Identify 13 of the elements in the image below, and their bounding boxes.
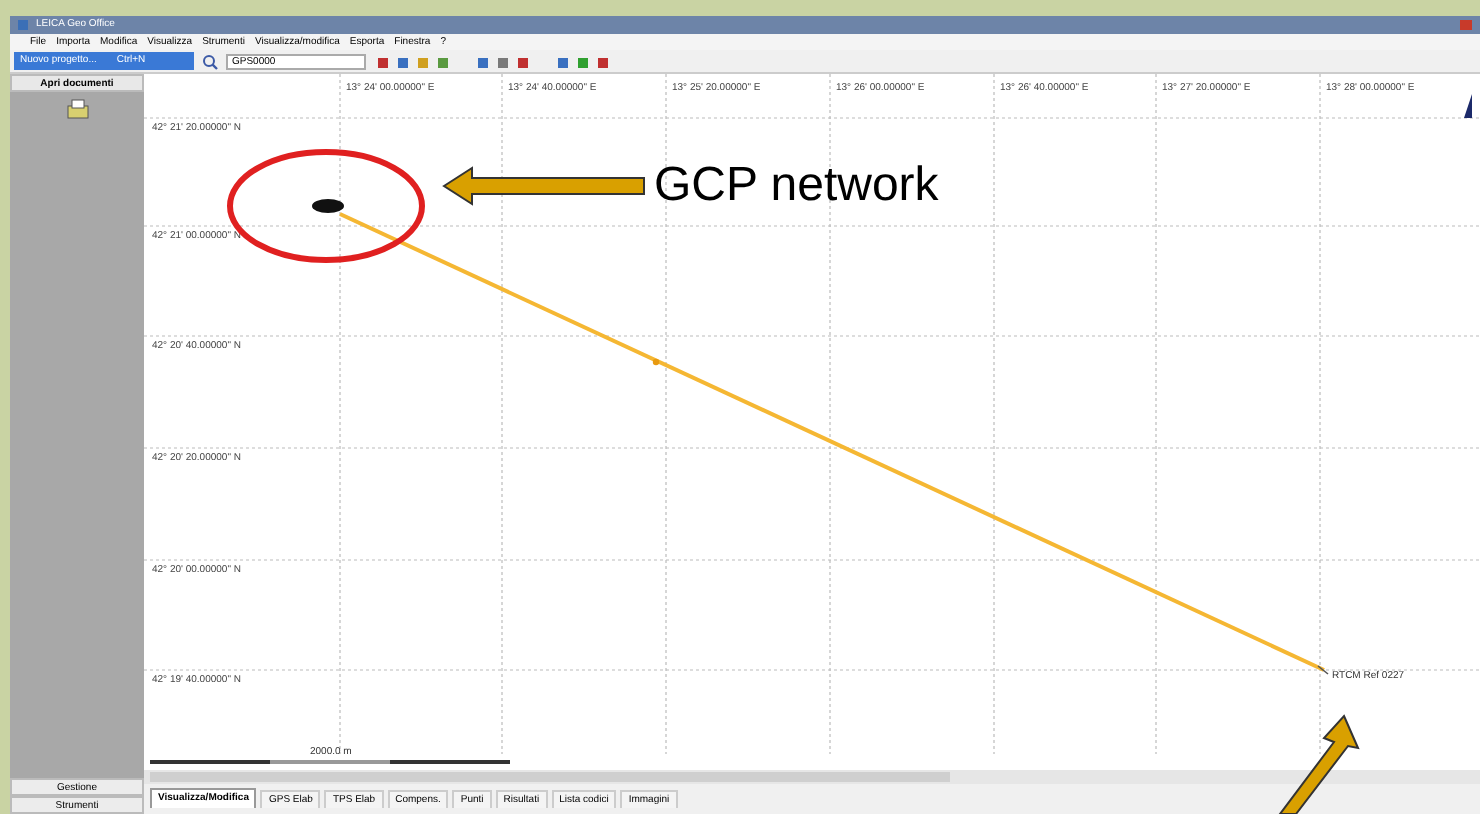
printer-icon[interactable] [65, 98, 89, 120]
app-icon [18, 20, 28, 30]
zoom-icon[interactable] [202, 53, 218, 69]
up-arrow [1278, 714, 1360, 814]
toolbar-icons-drawing[interactable] [374, 53, 614, 69]
north-arrow-icon [1464, 94, 1472, 118]
point-marker [1317, 665, 1329, 675]
horizontal-scrollbar[interactable] [144, 770, 1480, 784]
midpoint-marker [652, 358, 660, 366]
point-cluster [312, 199, 344, 213]
scrollbar-thumb[interactable] [150, 772, 950, 782]
annotation-label: GCP network [654, 158, 939, 214]
close-icon[interactable] [1460, 20, 1472, 30]
